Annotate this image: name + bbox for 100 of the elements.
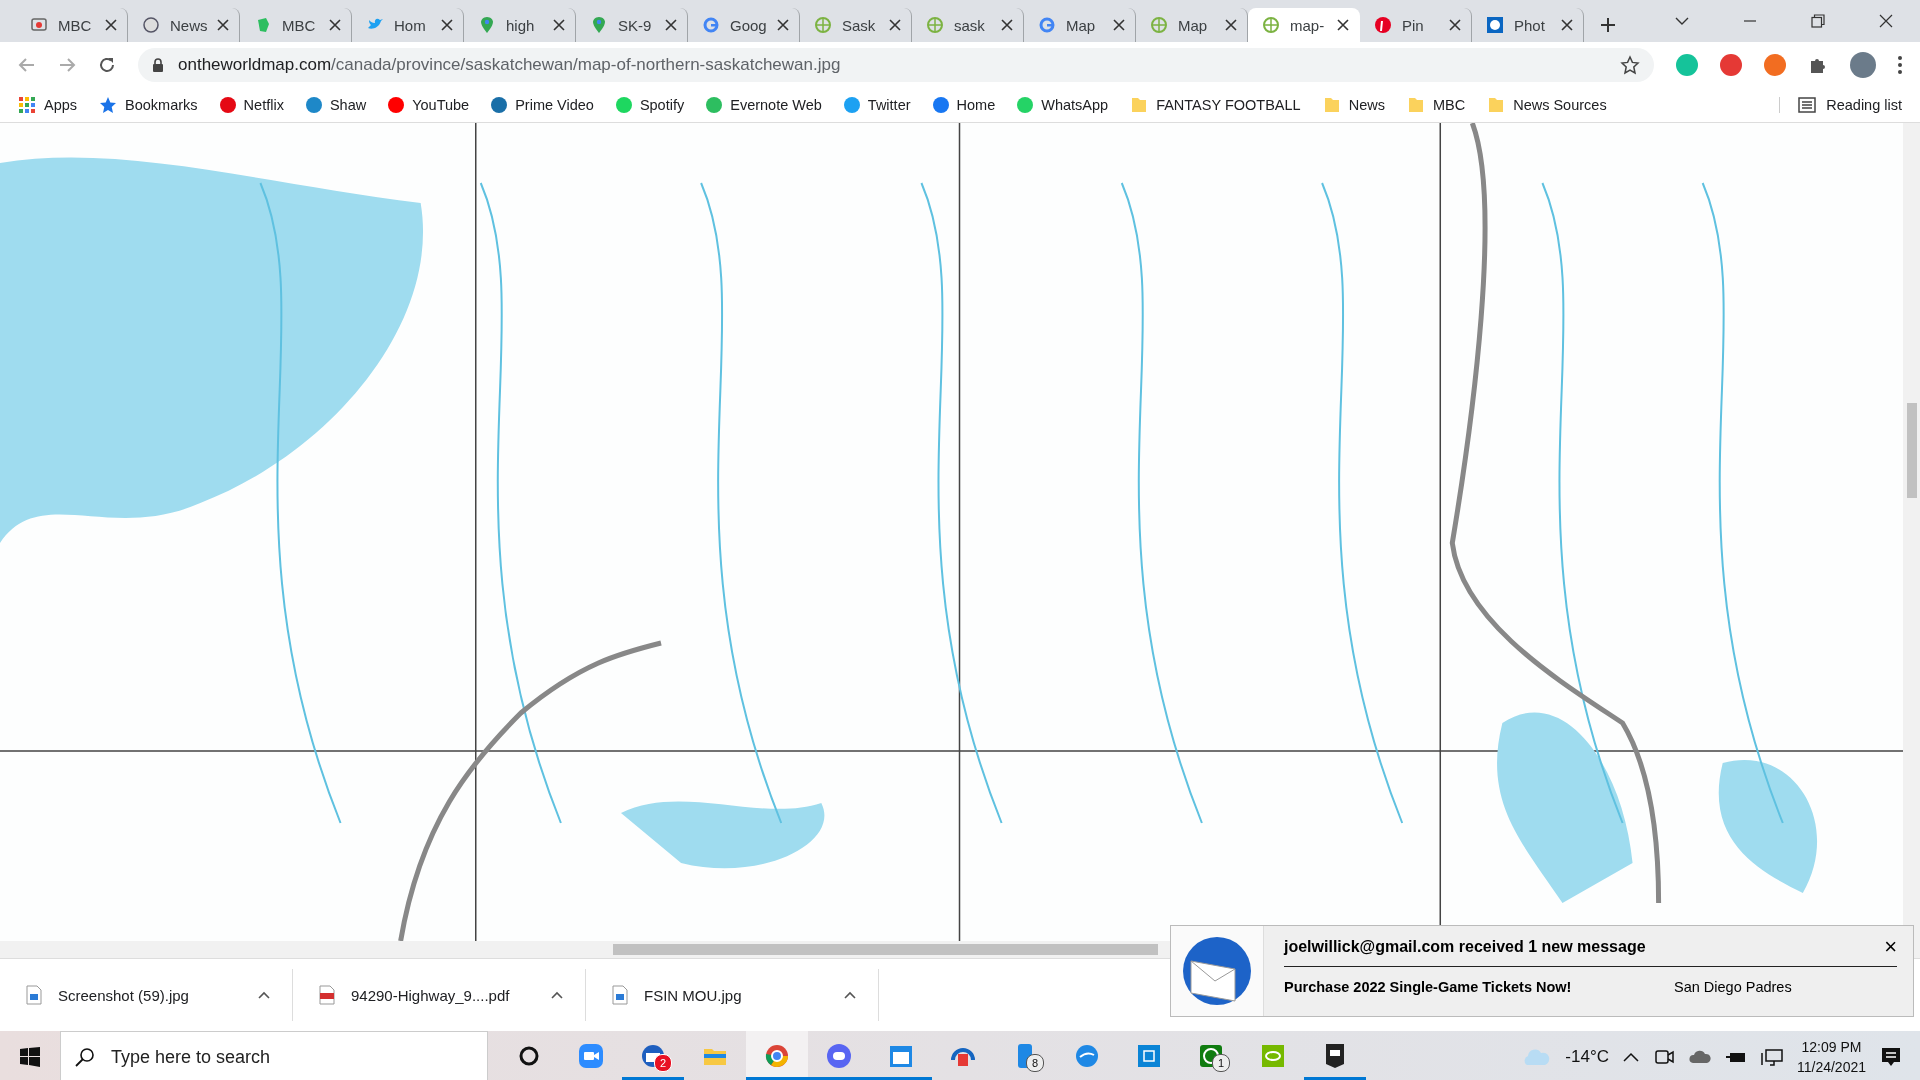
tab-favicon-icon (814, 16, 832, 34)
lock-icon (152, 58, 164, 72)
taskbar-app[interactable]: 1 (1180, 1031, 1242, 1080)
address-bar[interactable]: ontheworldmap.com/canada/province/saskatchewan/map-of-northern-saskatchewan.jpg (138, 48, 1654, 82)
browser-tab[interactable]: MBC (240, 8, 352, 42)
browser-tab[interactable]: map- (1248, 8, 1360, 42)
star-icon[interactable] (1620, 55, 1640, 75)
url-text: ontheworldmap.com/canada/province/saskatchewan/map-of-northern-saskatchewan.jpg (178, 55, 841, 75)
new-tab-icon[interactable] (1600, 17, 1616, 33)
bookmark-link[interactable]: Spotify (639, 97, 685, 113)
camera-icon[interactable] (1652, 1048, 1675, 1066)
app-icon (577, 1041, 605, 1070)
reading-list-icon (1798, 97, 1817, 113)
bookmark-link[interactable]: Home (956, 97, 996, 113)
close-icon[interactable] (1113, 19, 1125, 31)
close-icon[interactable] (1449, 19, 1461, 31)
windows-logo-icon[interactable] (19, 1046, 41, 1068)
download-item[interactable]: FSIN MOU.jpg (586, 969, 879, 1021)
bookmark-link[interactable]: Apps (44, 97, 78, 113)
close-icon[interactable] (1001, 19, 1013, 31)
close-icon[interactable] (329, 19, 341, 31)
folder-icon (1322, 96, 1341, 114)
close-icon[interactable] (777, 19, 789, 31)
tab-favicon-icon (1150, 16, 1168, 34)
message-subject: Purchase 2022 Single-Game Tickets Now! (1284, 979, 1573, 995)
browser-tab[interactable]: Pin (1360, 8, 1472, 42)
folder-icon (1487, 96, 1506, 114)
tab-favicon-icon (478, 16, 496, 34)
clock-time[interactable]: 12:09 PM (1801, 1039, 1862, 1055)
close-icon[interactable] (217, 19, 229, 31)
tab-favicon-icon (1486, 16, 1504, 34)
browser-tab[interactable]: sask (912, 8, 1024, 42)
reload-icon[interactable] (98, 56, 116, 74)
download-item[interactable]: 94290-Highway_9....pdf (293, 969, 586, 1021)
taskbar-app[interactable]: 8 (994, 1031, 1056, 1080)
profile-avatar[interactable] (1850, 52, 1876, 78)
extension-icon[interactable] (1764, 54, 1786, 76)
tab-favicon-icon (590, 16, 608, 34)
count-badge: 1 (1212, 1054, 1230, 1072)
close-button[interactable]: × (1884, 934, 1897, 960)
search-icon (75, 1047, 95, 1067)
notifications-icon[interactable] (1880, 1046, 1902, 1068)
browser-tab[interactable]: Sask (800, 8, 912, 42)
close-icon[interactable] (553, 19, 565, 31)
chevron-up-icon[interactable] (1622, 1052, 1639, 1062)
close-icon[interactable] (105, 19, 117, 31)
bookmark-link[interactable]: News (1348, 97, 1385, 113)
browser-tab[interactable]: Phot (1472, 8, 1584, 42)
message-sender: San Diego Padres (1674, 979, 1792, 995)
browser-tab[interactable]: Hom (352, 8, 464, 42)
more-menu-icon[interactable] (1898, 56, 1902, 74)
bookmark-link[interactable]: Shaw (329, 97, 367, 113)
caret-icon[interactable] (844, 991, 856, 999)
search-bar[interactable]: Type here to search (60, 1031, 488, 1080)
bookmark-link[interactable]: News Sources (1513, 97, 1607, 113)
tab-favicon-icon (926, 16, 944, 34)
browser-tab[interactable]: high (464, 8, 576, 42)
network-icon[interactable] (1760, 1048, 1783, 1066)
bookmark-link[interactable]: WhatsApp (1041, 97, 1109, 113)
folder-icon (1130, 96, 1149, 114)
notification-title: joelwillick@gmail.com received 1 new message (1284, 938, 1647, 956)
tab-favicon-icon (702, 16, 720, 34)
bookmark-link[interactable]: Prime Video (515, 97, 594, 113)
bookmark-link[interactable]: Evernote Web (730, 97, 822, 113)
bookmark-link[interactable]: FANTASY FOOTBALL (1156, 97, 1301, 113)
tab-favicon-icon (1262, 16, 1280, 34)
reading-list-link[interactable]: Reading list (1826, 97, 1902, 113)
image-file-icon (612, 985, 628, 1005)
bookmark-link[interactable]: Twitter (867, 97, 911, 113)
close-icon[interactable] (1337, 19, 1349, 31)
clock-date[interactable]: 11/24/2021 (1796, 1059, 1866, 1075)
close-icon[interactable] (665, 19, 677, 31)
bookmark-link[interactable]: YouTube (412, 97, 470, 113)
extension-icon[interactable] (1720, 54, 1742, 76)
bookmark-link[interactable]: MBC (1432, 97, 1466, 113)
close-icon[interactable] (441, 19, 453, 31)
bookmark-link[interactable]: Netflix (243, 97, 284, 113)
temperature-text[interactable]: -14°C (1565, 1047, 1609, 1067)
close-icon[interactable] (1879, 14, 1893, 28)
browser-tab[interactable]: Goog (688, 8, 800, 42)
folder-icon (1406, 96, 1425, 114)
caret-icon[interactable] (551, 991, 563, 999)
vertical-scrollbar[interactable] (1903, 123, 1920, 941)
taskbar-app[interactable]: 2 (622, 1031, 684, 1080)
browser-tab[interactable]: SK-9 (576, 8, 688, 42)
browser-tab[interactable]: Map (1024, 8, 1136, 42)
close-icon[interactable] (1561, 19, 1573, 31)
browser-tab[interactable]: News (128, 8, 240, 42)
count-badge: 2 (654, 1054, 672, 1072)
download-item[interactable]: Screenshot (59).jpg (0, 969, 293, 1021)
search-field[interactable]: Type here to search (109, 1045, 453, 1069)
bookmark-link[interactable]: Bookmarks (125, 97, 198, 113)
close-icon[interactable] (1225, 19, 1237, 31)
caret-icon[interactable] (258, 991, 270, 999)
restore-icon[interactable] (1811, 14, 1825, 28)
browser-tab[interactable]: MBC (16, 8, 128, 42)
image-file-icon (26, 985, 42, 1005)
close-icon[interactable] (889, 19, 901, 31)
tab-favicon-icon (1374, 16, 1392, 34)
cloud-icon[interactable] (1688, 1048, 1711, 1066)
